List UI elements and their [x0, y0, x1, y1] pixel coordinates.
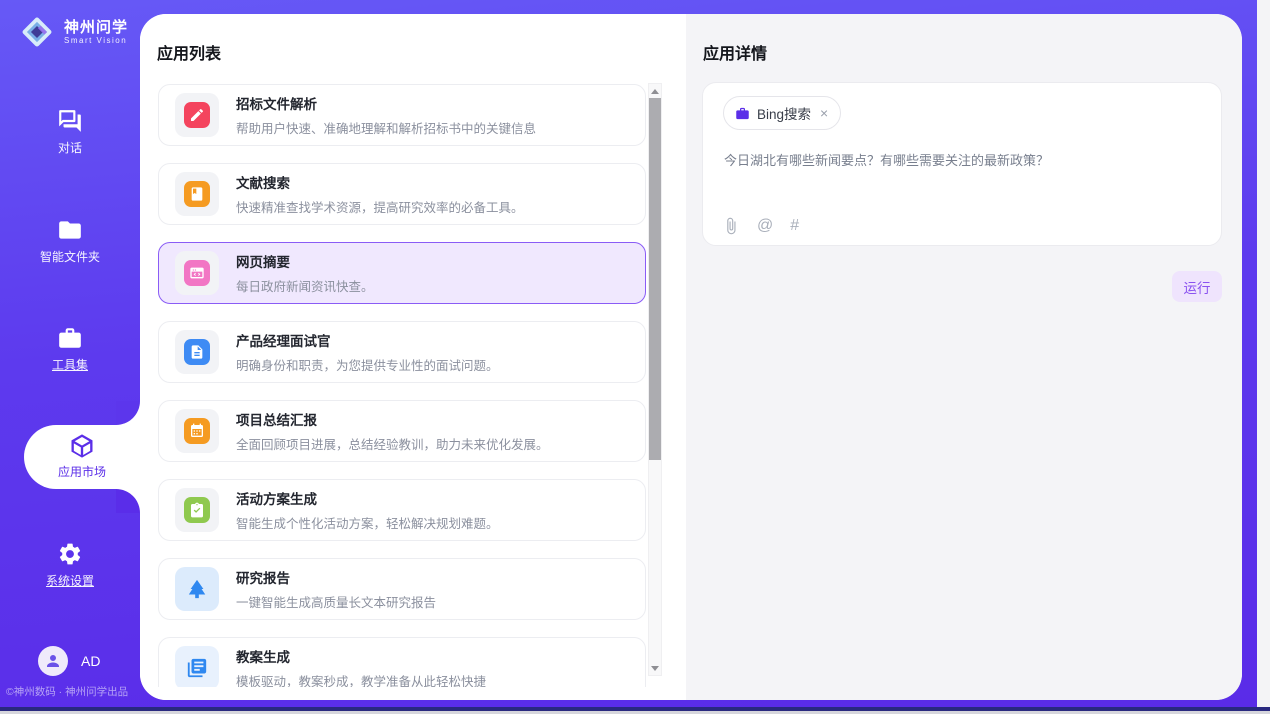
app-card[interactable]: 网页摘要 每日政府新闻资讯快查。: [158, 242, 646, 304]
app-card-desc: 智能生成个性化活动方案，轻松解决规划难题。: [236, 513, 499, 532]
app-detail-card: Bing搜索 × 今日湖北有哪些新闻要点？有哪些需要关注的最新政策？ @#: [702, 82, 1222, 246]
logo-diamond-icon: [18, 13, 56, 51]
sidebar-item-toolset[interactable]: 工具集: [0, 325, 140, 374]
clipboard-icon: [189, 502, 205, 518]
app-card-desc: 帮助用户快速、准确地理解和解析招标书中的关键信息: [236, 118, 536, 137]
toolbox-icon: [57, 325, 83, 351]
cube-icon: [68, 432, 96, 460]
sidebar-item-label: 应用市场: [58, 465, 106, 479]
app-card-title: 文献搜索: [236, 172, 524, 192]
app-icon-container: [175, 646, 219, 687]
main-content: 应用列表 招标文件解析 帮助用户快速、准确地理解和解析招标书中的关键信息 文献搜…: [140, 14, 1242, 700]
gear-icon: [57, 541, 83, 567]
app-card-title: 项目总结汇报: [236, 409, 549, 429]
app-card-title: 招标文件解析: [236, 93, 536, 113]
app-window: 神州问学 Smart Vision 对话 智能文件夹 工具集 应用市场 系统设置…: [0, 0, 1270, 714]
app-card-title: 研究报告: [236, 567, 436, 587]
tag-close-icon[interactable]: ×: [818, 106, 830, 120]
resume-icon: [189, 344, 205, 360]
app-detail-title: 应用详情: [703, 40, 767, 64]
user-name: AD: [81, 653, 100, 669]
bing-search-tag[interactable]: Bing搜索 ×: [723, 96, 841, 130]
at-icon[interactable]: @: [757, 217, 773, 235]
calendar-icon: [189, 423, 205, 439]
books-icon: [186, 657, 208, 679]
app-card[interactable]: 活动方案生成 智能生成个性化活动方案，轻松解决规划难题。: [158, 479, 646, 541]
app-icon-container: [175, 488, 219, 532]
app-card[interactable]: 招标文件解析 帮助用户快速、准确地理解和解析招标书中的关键信息: [158, 84, 646, 146]
app-card-desc: 模板驱动，教案秒成，教学准备从此轻松快捷: [236, 671, 486, 687]
sidebar-footer: ©神州数码 · 神州问学出品: [0, 684, 150, 699]
app-icon-container: [175, 251, 219, 295]
run-button[interactable]: 运行: [1172, 271, 1222, 302]
active-tab-curve-bottom: [116, 489, 140, 513]
app-card-title: 网页摘要: [236, 251, 374, 271]
paperclip-icon[interactable]: [722, 217, 740, 235]
app-logo: 神州问学 Smart Vision: [18, 13, 128, 51]
app-card[interactable]: 产品经理面试官 明确身份和职责，为您提供专业性的面试问题。: [158, 321, 646, 383]
edit-icon: [189, 107, 205, 123]
app-icon-container: [175, 409, 219, 453]
scroll-up-icon[interactable]: [649, 84, 661, 98]
sidebar-item-chat[interactable]: 对话: [0, 108, 140, 157]
app-card-title: 活动方案生成: [236, 488, 499, 508]
active-tab-curve-top: [116, 401, 140, 425]
app-detail-panel: 应用详情 Bing搜索 × 今日湖北有哪些新闻要点？有哪些需要关注的最新政策？ …: [686, 14, 1242, 700]
logo-title: 神州问学: [64, 19, 128, 36]
app-card-desc: 一键智能生成高质量长文本研究报告: [236, 592, 436, 611]
user-row[interactable]: AD: [38, 646, 100, 676]
sidebar-item-app-market[interactable]: 应用市场: [24, 425, 140, 489]
folder-icon: [57, 217, 83, 243]
app-icon-container: [175, 172, 219, 216]
book-icon: [189, 186, 205, 202]
tree-icon: [186, 578, 208, 600]
logo-subtitle: Smart Vision: [64, 36, 128, 45]
window-right-edge: [1257, 0, 1270, 707]
app-card-desc: 快速精准查找学术资源，提高研究效率的必备工具。: [236, 197, 524, 216]
browser-icon: [189, 265, 205, 281]
app-icon-container: [175, 93, 219, 137]
app-card[interactable]: 研究报告 一键智能生成高质量长文本研究报告: [158, 558, 646, 620]
app-card-list: 招标文件解析 帮助用户快速、准确地理解和解析招标书中的关键信息 文献搜索 快速精…: [158, 84, 646, 687]
input-toolbar: @#: [722, 217, 799, 235]
avatar[interactable]: [38, 646, 68, 676]
app-icon-container: [175, 330, 219, 374]
sidebar: 神州问学 Smart Vision 对话 智能文件夹 工具集 应用市场 系统设置…: [0, 0, 140, 707]
hash-icon[interactable]: #: [790, 217, 799, 235]
sidebar-item-label: 系统设置: [46, 574, 94, 588]
sidebar-item-smart-folder[interactable]: 智能文件夹: [0, 217, 140, 266]
sidebar-item-label: 工具集: [52, 358, 88, 372]
sidebar-item-label: 对话: [58, 141, 82, 155]
chat-icon: [57, 108, 83, 134]
scroll-down-icon[interactable]: [649, 661, 661, 675]
app-card[interactable]: 文献搜索 快速精准查找学术资源，提高研究效率的必备工具。: [158, 163, 646, 225]
question-text[interactable]: 今日湖北有哪些新闻要点？有哪些需要关注的最新政策？: [724, 151, 1202, 171]
app-card[interactable]: 项目总结汇报 全面回顾项目进展，总结经验教训，助力未来优化发展。: [158, 400, 646, 462]
app-icon-container: [175, 567, 219, 611]
app-card[interactable]: 教案生成 模板驱动，教案秒成，教学准备从此轻松快捷: [158, 637, 646, 687]
scrollbar[interactable]: [648, 83, 662, 676]
briefcase-icon: [735, 106, 750, 121]
scrollbar-thumb[interactable]: [649, 98, 661, 460]
tag-label: Bing搜索: [757, 103, 811, 123]
app-card-desc: 明确身份和职责，为您提供专业性的面试问题。: [236, 355, 499, 374]
sidebar-item-settings[interactable]: 系统设置: [0, 541, 140, 590]
sidebar-item-label: 智能文件夹: [40, 250, 100, 264]
app-card-title: 产品经理面试官: [236, 330, 499, 350]
app-list-panel: 应用列表 招标文件解析 帮助用户快速、准确地理解和解析招标书中的关键信息 文献搜…: [140, 14, 686, 700]
app-card-desc: 全面回顾项目进展，总结经验教训，助力未来优化发展。: [236, 434, 549, 453]
app-card-title: 教案生成: [236, 646, 486, 666]
app-card-desc: 每日政府新闻资讯快查。: [236, 276, 374, 295]
app-list-title: 应用列表: [157, 40, 221, 64]
